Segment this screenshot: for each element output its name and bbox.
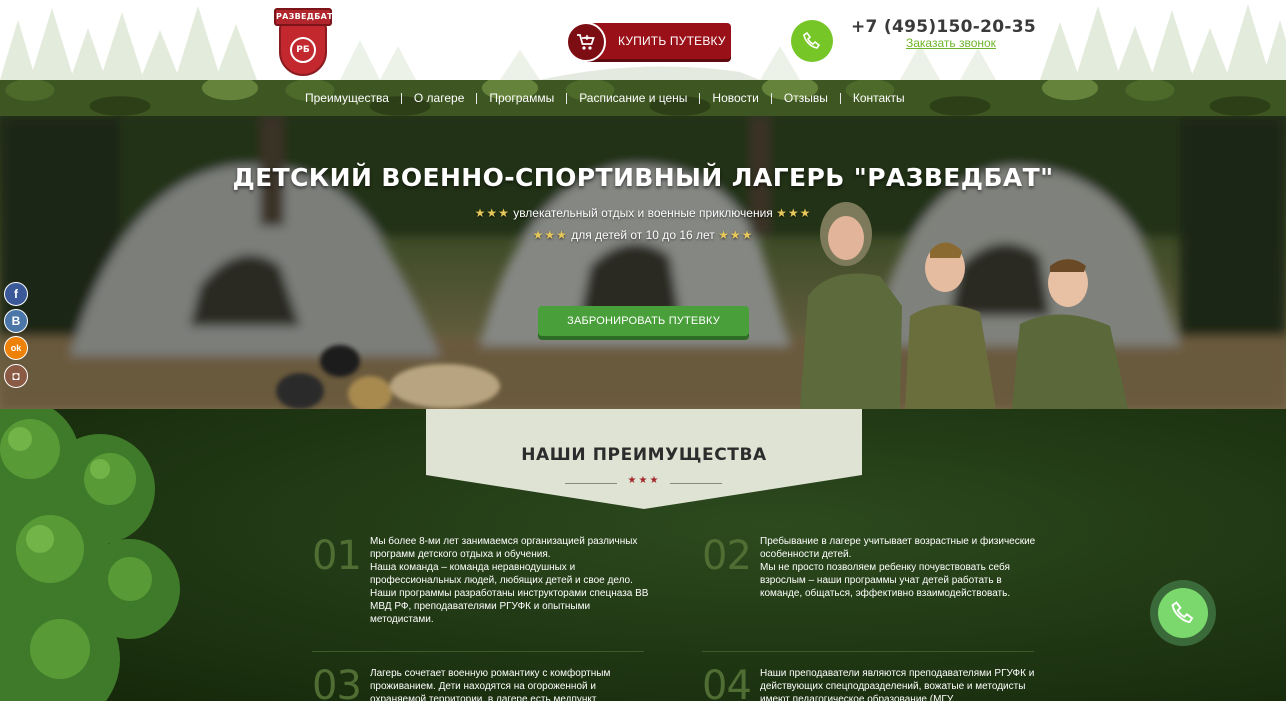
logo-shield: РБ — [279, 24, 327, 76]
advantages-title: НАШИ ПРЕИМУЩЕСТВА — [521, 445, 767, 465]
advantage-text: Пребывание в лагере учитывает возрастные… — [760, 535, 1042, 600]
buy-voucher-button[interactable]: КУПИТЬ ПУТЕВКУ — [566, 22, 731, 62]
stars-decoration: ★★★ — [627, 475, 661, 486]
advantage-paragraph: Пребывание в лагере учитывает возрастные… — [760, 536, 1036, 560]
hero-subtitle-1-text: увлекательный отдых и военные приключени… — [513, 206, 773, 220]
advantage-number: 01 — [312, 533, 362, 579]
advantage-text: Мы более 8-ми лет занимаемся организацие… — [370, 535, 652, 626]
advantage-paragraph: Наша команда – команда неравнодушных и п… — [370, 562, 633, 586]
nav-item[interactable]: О лагере — [400, 92, 476, 104]
advantage-paragraph: Лагерь сочетает военную романтику с комф… — [370, 668, 611, 701]
instagram-icon[interactable]: ◘ — [4, 364, 28, 388]
stars-decoration: ★★★ — [474, 206, 510, 220]
hero-subtitle-2: ★★★ для детей от 10 до 16 лет ★★★ — [0, 228, 1286, 242]
advantage-number: 04 — [702, 663, 752, 701]
hero-banner: ДЕТСКИЙ ВОЕННО-СПОРТИВНЫЙ ЛАГЕРЬ "РАЗВЕД… — [0, 116, 1286, 409]
advantage-text: Лагерь сочетает военную романтику с комф… — [370, 667, 652, 701]
advantage-paragraph: Наши преподаватели являются преподавател… — [760, 668, 1035, 701]
nav-item[interactable]: Отзывы — [770, 92, 840, 104]
hero-subtitle-2-text: для детей от 10 до 16 лет — [571, 228, 715, 242]
nav-item[interactable]: Контакты — [839, 92, 917, 104]
hero-background — [0, 116, 1286, 409]
cart-icon — [566, 22, 606, 62]
order-call-link[interactable]: Заказать звонок — [906, 36, 996, 50]
phone-icon[interactable] — [791, 20, 833, 62]
advantage-paragraph: Наши программы разработаны инструкторами… — [370, 588, 649, 625]
buy-voucher-label: КУПИТЬ ПУТЕВКУ — [584, 23, 731, 59]
facebook-icon[interactable]: f — [4, 282, 28, 306]
header: РБ РАЗВЕДБАТ КУПИТЬ ПУТЕВКУ +7 (495)150-… — [0, 0, 1286, 80]
advantage-number: 03 — [312, 663, 362, 701]
stars-decoration: ★★★ — [718, 228, 754, 242]
book-voucher-button[interactable]: ЗАБРОНИРОВАТЬ ПУТЕВКУ — [538, 306, 749, 336]
main-nav: Преимущества О лагере Программы Расписание … — [0, 80, 1286, 116]
bush-decoration — [0, 409, 180, 701]
hero-subtitle-1: ★★★ увлекательный отдых и военные приклю… — [0, 206, 1286, 220]
separator — [702, 651, 1034, 652]
advantage-text: Наши преподаватели являются преподавател… — [760, 667, 1042, 701]
nav-item[interactable]: Программы — [476, 92, 566, 104]
vk-icon[interactable]: B — [4, 309, 28, 333]
logo-emblem: РБ — [290, 37, 316, 63]
advantage-paragraph: Мы не просто позволяем ребенку почувство… — [760, 562, 1011, 599]
advantages-section: НАШИ ПРЕИМУЩЕСТВА ★★★ 01 Мы более 8-ми л… — [0, 409, 1286, 701]
advantage-paragraph: Мы более 8-ми лет занимаемся организацие… — [370, 536, 638, 560]
phone-icon — [1158, 588, 1208, 638]
stars-decoration: ★★★ — [776, 206, 812, 220]
nav-item[interactable]: Преимущества — [293, 92, 401, 104]
hero-title: ДЕТСКИЙ ВОЕННО-СПОРТИВНЫЙ ЛАГЕРЬ "РАЗВЕД… — [232, 163, 1054, 192]
logo-text: РАЗВЕДБАТ — [274, 8, 333, 26]
nav-list: Преимущества О лагере Программы Расписание … — [293, 80, 917, 116]
logo[interactable]: РБ РАЗВЕДБАТ — [274, 8, 333, 76]
phone-number[interactable]: +7 (495)150-20-35 — [851, 17, 1036, 37]
nav-item[interactable]: Расписание и цены — [566, 92, 699, 104]
floating-call-button[interactable] — [1150, 580, 1216, 646]
odnoklassniki-icon[interactable]: ok — [4, 336, 28, 360]
advantage-number: 02 — [702, 533, 752, 579]
stars-decoration: ★★★ — [532, 228, 568, 242]
nav-item[interactable]: Новости — [699, 92, 770, 104]
separator — [312, 651, 644, 652]
